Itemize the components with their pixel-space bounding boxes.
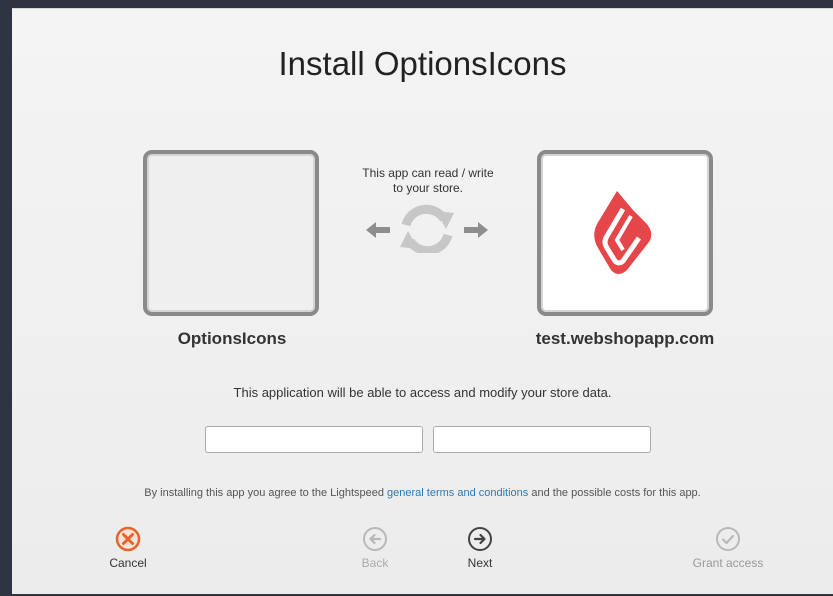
read-write-line-1: This app can read / write: [362, 166, 494, 180]
input-field-1[interactable]: [205, 426, 423, 453]
terms-prefix: By installing this app you agree to the …: [144, 487, 388, 499]
arrow-right-circle-icon: [468, 527, 492, 551]
sync-arrows-icon: [366, 204, 488, 253]
check-circle-icon: [716, 527, 740, 551]
grant-access-button[interactable]: Grant access: [683, 526, 773, 570]
lightspeed-logo-icon: [594, 191, 652, 274]
install-dialog: Install OptionsIcons This app can read /…: [12, 8, 833, 594]
back-label: Back: [361, 556, 389, 570]
app-name: OptionsIcons: [177, 329, 287, 348]
read-write-text: This app can read / write to your store.: [335, 166, 521, 196]
read-write-line-2: to your store.: [392, 181, 464, 195]
cancel-button[interactable]: Cancel: [83, 526, 173, 570]
access-description: This application will be able to access …: [233, 385, 612, 400]
grant-access-label: Grant access: [692, 556, 764, 570]
terms-notice: By installing this app you agree to the …: [12, 487, 833, 499]
next-label: Next: [467, 556, 493, 570]
store-name: test.webshopapp.com: [535, 329, 715, 348]
back-button[interactable]: Back: [330, 526, 420, 570]
store-icon-tile: [537, 150, 713, 316]
close-circle-icon: [115, 526, 141, 552]
next-button[interactable]: Next: [435, 526, 525, 570]
cancel-label: Cancel: [109, 556, 147, 570]
terms-link[interactable]: general terms and conditions: [387, 487, 528, 499]
input-field-2[interactable]: [433, 426, 651, 453]
arrow-left-circle-icon: [363, 527, 387, 551]
page-title: Install OptionsIcons: [278, 45, 567, 82]
terms-suffix: and the possible costs for this app.: [528, 487, 701, 499]
app-icon-tile: [143, 150, 319, 316]
